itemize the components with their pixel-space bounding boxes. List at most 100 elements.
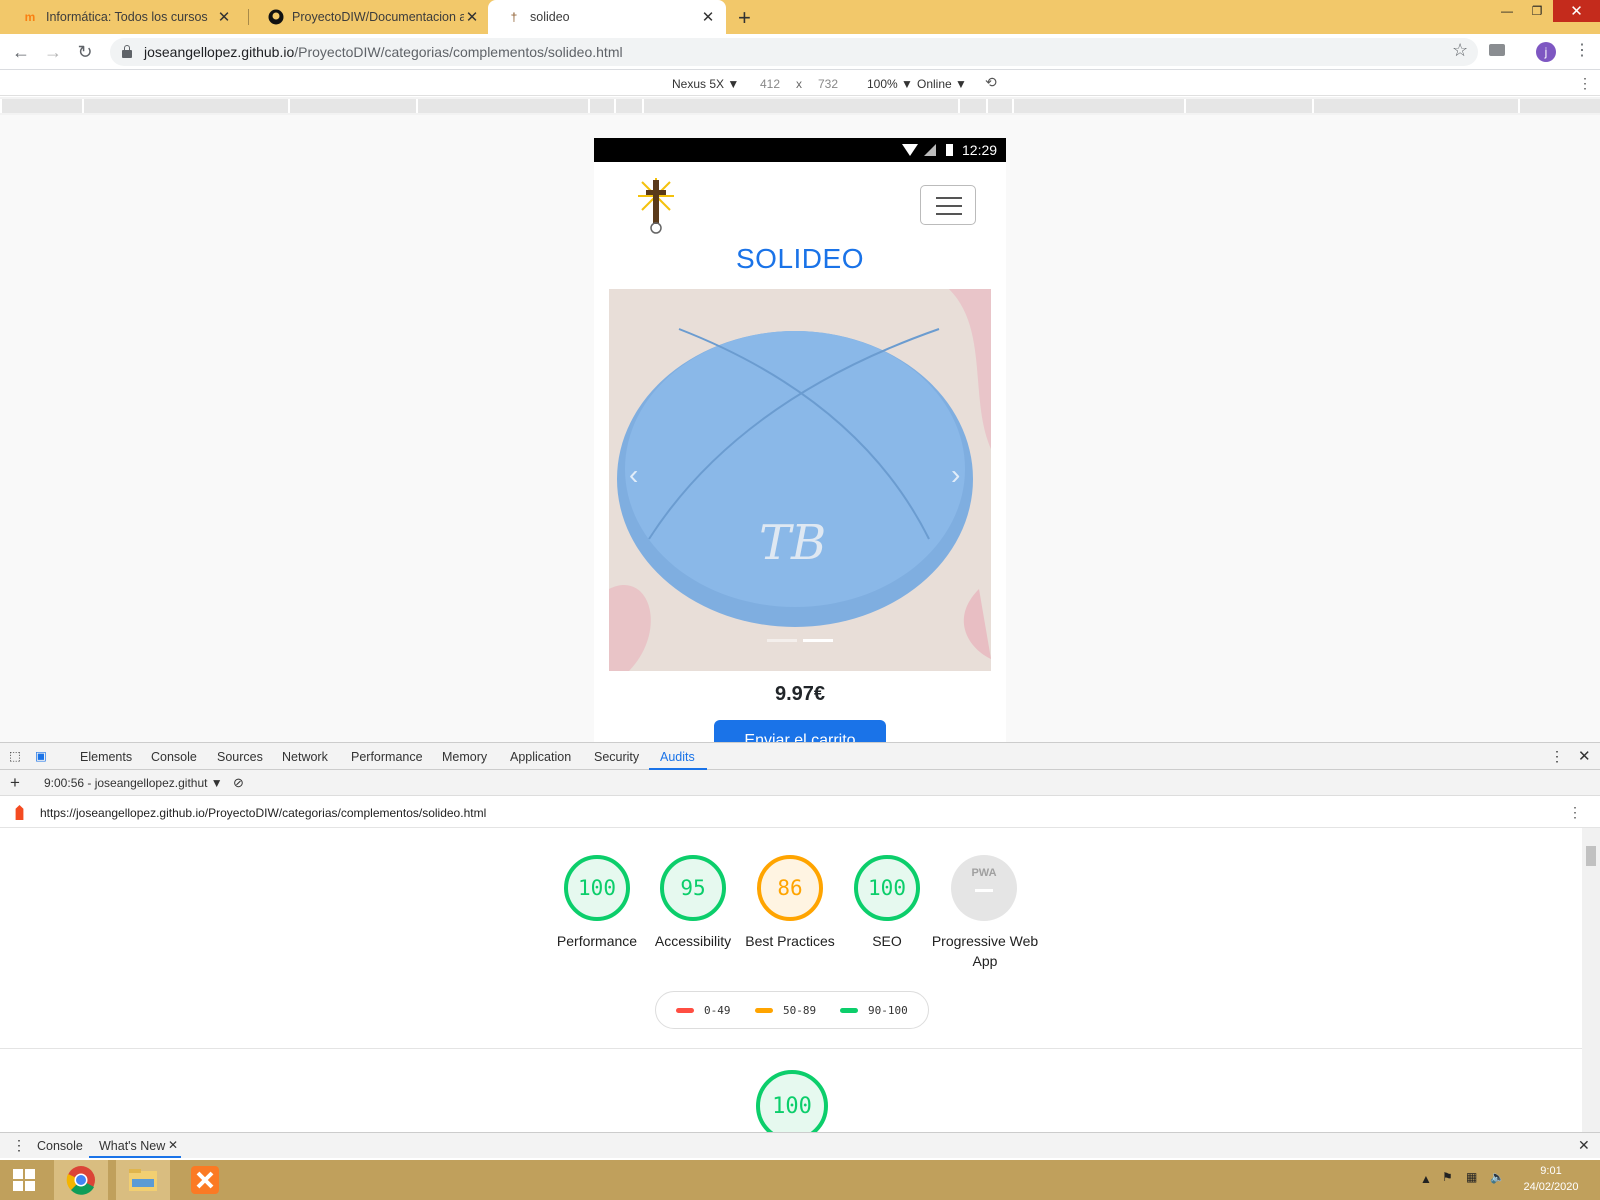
report-divider — [0, 1048, 1582, 1049]
network-tray-icon[interactable]: ▦ — [1466, 1170, 1477, 1184]
xampp-icon — [191, 1166, 219, 1194]
site-logo[interactable] — [632, 174, 680, 234]
report-url-bar: https://joseangellopez.github.io/Proyect… — [0, 797, 1600, 828]
tab-elements[interactable]: Elements — [80, 750, 132, 764]
taskbar-file-explorer[interactable] — [116, 1160, 170, 1200]
drawer-close-icon[interactable]: ✕ — [1578, 1137, 1590, 1154]
system-clock[interactable]: 9:01 24/02/2020 — [1510, 1163, 1592, 1195]
close-tab-icon[interactable]: ✕ — [464, 8, 480, 26]
report-menu-icon[interactable]: ⋮ — [1568, 804, 1582, 821]
scrollbar-thumb[interactable] — [1586, 846, 1596, 866]
status-time: 12:29 — [962, 142, 998, 158]
score-label: Performance — [556, 933, 638, 949]
forward-arrow-icon[interactable]: → — [41, 40, 65, 64]
folder-icon — [129, 1169, 157, 1191]
drawer-tab-console[interactable]: Console — [37, 1139, 83, 1153]
product-title: SOLIDEO — [736, 243, 864, 274]
address-bar[interactable]: joseangellopez.github.io/ProyectoDIW/cat… — [110, 38, 1478, 66]
chrome-icon — [66, 1166, 95, 1195]
section-score-gauge[interactable]: 100 — [756, 1070, 828, 1132]
site-logo-icon: † — [510, 10, 518, 24]
volume-muted-icon[interactable]: 🔈 — [1490, 1170, 1505, 1184]
rotate-icon[interactable]: ⟲ — [985, 74, 997, 91]
window-close-icon[interactable]: ✕ — [1553, 0, 1600, 22]
clear-reports-icon[interactable]: ⊘ — [233, 775, 244, 791]
product-carousel[interactable]: TB ‹ › — [609, 289, 991, 671]
report-url[interactable]: https://joseangellopez.github.io/Proyect… — [40, 806, 486, 820]
camera-icon[interactable] — [1489, 44, 1505, 56]
new-audit-icon[interactable]: + — [10, 773, 20, 793]
network-value: Online — [917, 77, 952, 91]
score-gauge-seo[interactable]: 100 — [854, 855, 920, 921]
score-gauge-pwa[interactable]: PWA — [951, 855, 1017, 921]
action-center-flag-icon[interactable]: ⚑ — [1442, 1170, 1453, 1184]
browser-tab-github[interactable]: ProyectoDIW/Documentacion at ✕ — [250, 0, 490, 34]
viewport-width[interactable]: 412 — [760, 77, 780, 91]
phone-status-bar: 12:29 — [594, 138, 1006, 162]
tray-expand-icon[interactable]: ▲ — [1420, 1172, 1432, 1186]
tab-memory[interactable]: Memory — [442, 750, 487, 764]
inspect-element-icon[interactable]: ⬚ — [9, 748, 21, 763]
dimension-times: x — [796, 77, 802, 91]
tab-application[interactable]: Application — [510, 750, 571, 764]
carousel-next-icon[interactable]: › — [951, 461, 960, 489]
system-date: 24/02/2020 — [1523, 1181, 1579, 1193]
browser-tab-moodle[interactable]: m Informática: Todos los cursos ✕ — [4, 0, 242, 34]
minimize-icon[interactable]: — — [1495, 0, 1519, 22]
device-toggle-icon[interactable]: ▣ — [35, 748, 47, 763]
tab-audits[interactable]: Audits — [660, 750, 695, 764]
back-arrow-icon[interactable]: ← — [9, 40, 33, 64]
media-query-bars[interactable] — [0, 97, 1600, 115]
taskbar-xampp[interactable] — [178, 1160, 232, 1200]
drawer-menu-icon[interactable]: ⋮ — [12, 1137, 26, 1154]
score-label: Best Practices — [745, 933, 835, 949]
restore-icon[interactable]: ❐ — [1525, 0, 1549, 22]
report-scrollbar[interactable] — [1582, 828, 1600, 1132]
tab-network[interactable]: Network — [282, 750, 328, 764]
network-throttle-select[interactable]: Online ▼ — [917, 77, 967, 91]
browser-toolbar: ← → ↻ joseangellopez.github.io/ProyectoD… — [0, 34, 1600, 70]
profile-avatar[interactable]: j — [1536, 42, 1556, 62]
tab-title: Informática: Todos los cursos — [46, 10, 208, 24]
legend-range-average: 50-89 — [783, 1004, 817, 1017]
zoom-select[interactable]: 100% ▼ — [867, 77, 913, 91]
taskbar-chrome[interactable] — [54, 1160, 108, 1200]
reload-icon[interactable]: ↻ — [73, 40, 97, 64]
tab-sources[interactable]: Sources — [217, 750, 263, 764]
device-toolbar-menu-icon[interactable]: ⋮ — [1578, 75, 1592, 92]
carousel-indicator-1[interactable] — [767, 639, 797, 642]
score-gauge-accessibility[interactable]: 95 — [660, 855, 726, 921]
drawer-active-underline — [89, 1156, 181, 1158]
carousel-prev-icon[interactable]: ‹ — [629, 461, 638, 489]
tab-performance[interactable]: Performance — [351, 750, 423, 764]
carousel-indicator-2[interactable] — [803, 639, 833, 642]
navbar-toggle-button[interactable] — [920, 185, 976, 225]
lighthouse-report: 100 Performance 95 Accessibility 86 Best… — [0, 828, 1582, 1132]
new-tab-button[interactable]: + — [738, 5, 751, 31]
devtools-menu-icon[interactable]: ⋮ — [1550, 748, 1564, 765]
viewport-height[interactable]: 732 — [818, 77, 838, 91]
close-tab-icon[interactable]: ✕ — [216, 8, 232, 26]
drawer-tab-whats-new[interactable]: What's New — [99, 1139, 165, 1153]
drawer-tab-close-icon[interactable]: ✕ — [168, 1138, 178, 1152]
score-gauge-performance[interactable]: 100 — [564, 855, 630, 921]
browser-menu-icon[interactable]: ⋮ — [1574, 43, 1590, 59]
browser-tab-solideo[interactable]: † solideo ✕ — [488, 0, 726, 34]
bookmark-star-icon[interactable]: ☆ — [1452, 40, 1468, 61]
device-name: Nexus 5X — [672, 77, 725, 91]
device-select[interactable]: Nexus 5X ▼ — [672, 77, 739, 91]
score-gauge-best-practices[interactable]: 86 — [757, 855, 823, 921]
product-price: 9.97€ — [774, 683, 826, 705]
tab-console[interactable]: Console — [151, 750, 197, 764]
legend-swatch-pass — [840, 1008, 858, 1013]
report-select[interactable]: 9:00:56 - joseangellopez.githut ▼ — [44, 776, 223, 790]
tab-security[interactable]: Security — [594, 750, 639, 764]
legend-swatch-average — [755, 1008, 773, 1013]
close-tab-icon[interactable]: ✕ — [700, 8, 716, 26]
add-to-cart-button[interactable]: Enviar el carrito — [714, 720, 886, 742]
start-button[interactable] — [0, 1160, 48, 1200]
report-select-value: 9:00:56 - joseangellopez.githut — [44, 776, 208, 790]
score-legend: 0-49 50-89 90-100 — [655, 991, 929, 1029]
devtools-close-icon[interactable]: ✕ — [1578, 747, 1591, 765]
github-icon — [268, 9, 284, 25]
